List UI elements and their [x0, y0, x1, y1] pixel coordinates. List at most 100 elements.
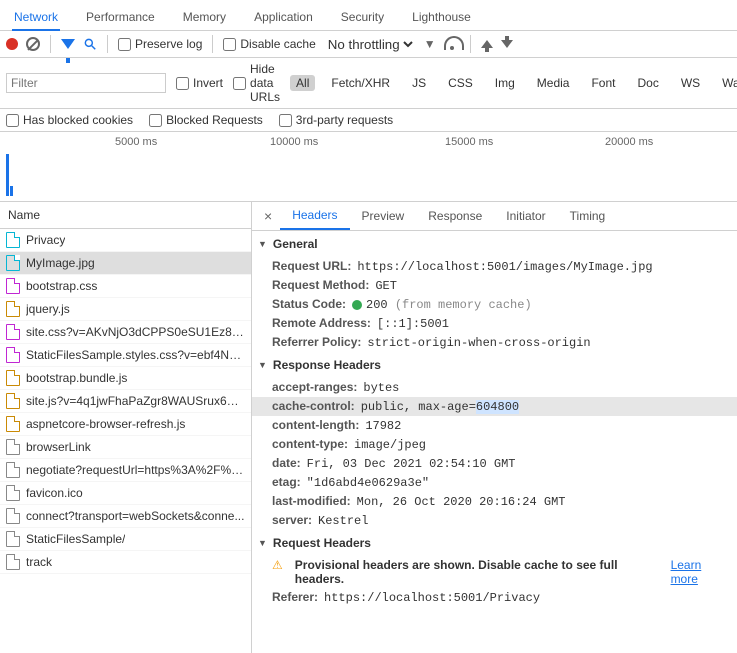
tab-security[interactable]: Security [339, 4, 386, 30]
timeline-tick: 5000 ms [115, 136, 157, 148]
close-detail-icon[interactable]: × [256, 202, 280, 230]
request-list-panel: Name Privacy MyImage.jpg bootstrap.cssjque… [0, 202, 252, 653]
header-value: image/jpeg [354, 438, 426, 452]
detail-tab-timing[interactable]: Timing [558, 203, 618, 229]
request-row[interactable]: bootstrap.css [0, 275, 251, 298]
separator [107, 35, 108, 53]
file-icon [6, 301, 20, 317]
type-img[interactable]: Img [489, 75, 521, 91]
status-green-icon [352, 300, 362, 310]
request-name: aspnetcore-browser-refresh.js [26, 417, 185, 431]
download-har-icon[interactable] [501, 40, 513, 48]
filter-bar-2: Has blocked cookies Blocked Requests 3rd… [0, 109, 737, 132]
request-row[interactable]: site.js?v=4q1jwFhaPaZgr8WAUSrux6hA... [0, 390, 251, 413]
tab-application[interactable]: Application [252, 4, 315, 30]
chevron-down-icon[interactable]: ▼ [424, 37, 436, 51]
request-list: Privacy MyImage.jpg bootstrap.cssjquery.js… [0, 229, 251, 574]
request-row[interactable]: negotiate?requestUrl=https%3A%2F%2... [0, 459, 251, 482]
section-general[interactable]: General [252, 231, 737, 257]
type-css[interactable]: CSS [442, 75, 479, 91]
blocked-requests-checkbox[interactable]: Blocked Requests [149, 113, 263, 127]
detail-tab-response[interactable]: Response [416, 203, 494, 229]
type-wasm[interactable]: Wasm [716, 75, 737, 91]
detail-tab-preview[interactable]: Preview [350, 203, 417, 229]
tab-memory[interactable]: Memory [181, 4, 228, 30]
highlighted-text: 604800 [476, 400, 519, 414]
file-icon [6, 370, 20, 386]
request-row[interactable]: MyImage.jpg [0, 252, 251, 275]
file-icon [6, 278, 20, 294]
type-ws[interactable]: WS [675, 75, 706, 91]
request-row[interactable]: favicon.ico [0, 482, 251, 505]
file-icon [6, 485, 20, 501]
referrer-policy-key: Referrer Policy: [272, 335, 361, 349]
detail-tab-headers[interactable]: Headers [280, 202, 349, 230]
header-key: last-modified: [272, 494, 351, 508]
response-header-row: etag:"1d6abd4e0629a3e" [252, 473, 737, 492]
type-font[interactable]: Font [585, 75, 621, 91]
section-request-headers[interactable]: Request Headers [252, 530, 737, 556]
disable-cache-label: Disable cache [240, 37, 315, 51]
request-row[interactable]: StaticFilesSample.styles.css?v=ebf4NvV..… [0, 344, 251, 367]
timeline-tick: 10000 ms [270, 136, 318, 148]
type-doc[interactable]: Doc [631, 75, 664, 91]
detail-tab-initiator[interactable]: Initiator [494, 203, 557, 229]
type-fetch[interactable]: Fetch/XHR [325, 75, 396, 91]
network-conditions-icon[interactable] [444, 38, 460, 50]
request-name: track [26, 555, 52, 569]
hide-data-urls-checkbox[interactable]: Hide data URLs [233, 62, 280, 104]
request-row[interactable]: browserLink [0, 436, 251, 459]
request-name: StaticFilesSample.styles.css?v=ebf4NvV..… [26, 348, 245, 362]
request-name: favicon.ico [26, 486, 83, 500]
file-icon [6, 232, 20, 248]
preserve-log-input[interactable] [118, 38, 131, 51]
filter-input[interactable] [6, 73, 166, 93]
throttling-select[interactable]: No throttling [324, 36, 416, 53]
request-row[interactable]: Privacy [0, 229, 251, 252]
response-header-row: server:Kestrel [252, 511, 737, 530]
timeline-overview[interactable]: 5000 ms 10000 ms 15000 ms 20000 ms [0, 132, 737, 202]
request-row[interactable]: connect?transport=webSockets&conne... [0, 505, 251, 528]
tab-lighthouse[interactable]: Lighthouse [410, 4, 473, 30]
file-icon [6, 324, 20, 340]
type-js[interactable]: JS [406, 75, 432, 91]
search-icon[interactable] [83, 37, 97, 51]
headers-detail: General Request URL:https://localhost:50… [252, 231, 737, 607]
request-row[interactable]: site.css?v=AKvNjO3dCPPS0eSU1Ez8T2... [0, 321, 251, 344]
header-key: server: [272, 513, 312, 527]
clear-icon[interactable] [26, 37, 40, 51]
record-icon[interactable] [6, 38, 18, 50]
disable-cache-input[interactable] [223, 38, 236, 51]
warning-icon: ⚠ [272, 558, 283, 572]
header-key: etag: [272, 475, 301, 489]
request-row[interactable]: aspnetcore-browser-refresh.js [0, 413, 251, 436]
remote-address-key: Remote Address: [272, 316, 371, 330]
request-list-header[interactable]: Name [0, 202, 251, 229]
response-header-row: last-modified:Mon, 26 Oct 2020 20:16:24 … [252, 492, 737, 511]
request-name: browserLink [26, 440, 91, 454]
type-all[interactable]: All [290, 75, 315, 91]
request-name: MyImage.jpg [26, 256, 95, 270]
preserve-log-checkbox[interactable]: Preserve log [118, 37, 202, 51]
file-icon [6, 439, 20, 455]
file-icon [6, 416, 20, 432]
tab-performance[interactable]: Performance [84, 4, 157, 30]
request-row[interactable]: StaticFilesSample/ [0, 528, 251, 551]
request-row[interactable]: bootstrap.bundle.js [0, 367, 251, 390]
type-media[interactable]: Media [531, 75, 576, 91]
request-row[interactable]: jquery.js [0, 298, 251, 321]
has-blocked-cookies-checkbox[interactable]: Has blocked cookies [6, 113, 133, 127]
header-key: cache-control: [272, 399, 355, 413]
disable-cache-checkbox[interactable]: Disable cache [223, 37, 315, 51]
header-key: accept-ranges: [272, 380, 357, 394]
third-party-checkbox[interactable]: 3rd-party requests [279, 113, 393, 127]
section-response-headers[interactable]: Response Headers [252, 352, 737, 378]
learn-more-link[interactable]: Learn more [671, 558, 731, 586]
filter-icon[interactable] [61, 39, 75, 49]
invert-checkbox[interactable]: Invert [176, 76, 223, 90]
tab-network[interactable]: Network [12, 4, 60, 30]
upload-har-icon[interactable] [481, 40, 493, 48]
response-header-row: accept-ranges:bytes [252, 378, 737, 397]
request-row[interactable]: track [0, 551, 251, 574]
referrer-policy-value: strict-origin-when-cross-origin [367, 336, 590, 350]
